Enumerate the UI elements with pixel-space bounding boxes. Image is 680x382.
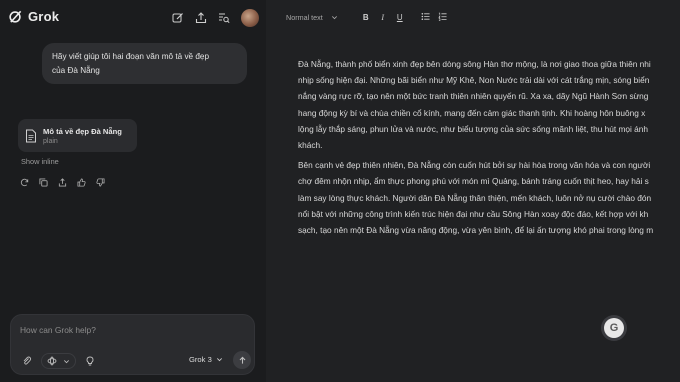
text-line: nắng vàng rực rỡ, tạo nên một bức tranh …: [298, 91, 649, 102]
text-line: Bên cạnh vẻ đẹp thiên nhiên, Đà Nẵng còn…: [298, 160, 651, 171]
document-body[interactable]: Đà Nẵng, thành phố biển xinh đẹp bên dòn…: [298, 56, 680, 242]
chevron-down-icon: [216, 358, 222, 362]
grammar-assistant-badge[interactable]: G: [604, 318, 624, 338]
share-icon[interactable]: [193, 10, 209, 26]
show-inline-link[interactable]: Show inline: [21, 157, 59, 166]
text-line: nổi bật với những công trình kiến trúc h…: [298, 208, 649, 219]
dislike-icon[interactable]: [94, 176, 106, 188]
editor-toolbar: Normal text B I U: [286, 10, 454, 24]
numbered-list-button[interactable]: [437, 12, 449, 23]
user-message: Hãy viết giúp tôi hai đoạn văn mô tả về …: [42, 43, 247, 84]
document-editor: Normal text B I U Đà Nẵng, thành phố biể…: [266, 0, 680, 382]
arrow-up-icon: [239, 356, 245, 364]
deepsearch-icon: [47, 356, 57, 366]
text-style-dropdown[interactable]: Normal text: [286, 13, 338, 22]
text-line: chợ đêm nhộn nhịp, ẩm thực phong phú với…: [298, 176, 649, 187]
grok-logo[interactable]: Grok: [8, 9, 59, 24]
copy-icon[interactable]: [37, 176, 49, 188]
artifact-title: Mô tả về đẹp Đà Nẵng: [43, 126, 122, 136]
chevron-down-icon: [64, 359, 69, 363]
underline-button[interactable]: U: [394, 13, 406, 22]
model-label: Grok 3: [189, 355, 212, 364]
lightbulb-icon: [86, 356, 94, 366]
like-icon[interactable]: [75, 176, 87, 188]
artifact-card[interactable]: Mô tả về đẹp Đà Nẵng plain: [18, 119, 137, 152]
app-name: Grok: [28, 9, 60, 24]
composer: Grok 3: [10, 314, 255, 375]
chevron-down-icon: [331, 15, 337, 19]
prompt-input[interactable]: [20, 325, 240, 335]
document-icon: [26, 129, 36, 142]
user-message-line: Hãy viết giúp tôi hai đoạn văn mô tả về …: [52, 52, 210, 61]
numbered-list-icon: [438, 12, 447, 21]
regenerate-icon[interactable]: [18, 176, 30, 188]
chat-panel: Grok Hãy viết giúp tôi hai đoạn văn mô t…: [0, 0, 266, 382]
tools-selector[interactable]: [41, 353, 76, 369]
model-selector[interactable]: Grok 3: [189, 355, 223, 364]
text-line: hang động kỳ bí và chùa chiền cổ kính, m…: [298, 107, 646, 118]
grammar-icon: G: [609, 322, 619, 334]
paragraph-1: Đà Nẵng, thành phố biển xinh đẹp bên dòn…: [298, 56, 680, 153]
text-line: lộng lẫy thắp sáng, phun lửa và nước, nh…: [298, 123, 648, 134]
message-actions: [18, 176, 106, 188]
bold-button[interactable]: B: [360, 13, 372, 22]
attach-button[interactable]: [19, 353, 35, 369]
paperclip-icon: [23, 356, 32, 365]
edit-icon[interactable]: [170, 10, 186, 26]
user-message-line: của Đà Nẵng: [52, 66, 100, 75]
text-line: làm say lòng thực khách. Người dân Đà Nẵ…: [298, 192, 652, 203]
text-line: khách.: [298, 140, 323, 151]
italic-button[interactable]: I: [377, 13, 389, 22]
text-line: nhịp sống hiện đại. Những bãi biển như M…: [298, 75, 650, 86]
paragraph-2: Bên cạnh vẻ đẹp thiên nhiên, Đà Nẵng còn…: [298, 157, 680, 238]
text-style-label: Normal text: [286, 12, 323, 22]
bullet-list-button[interactable]: [420, 12, 432, 23]
share-icon[interactable]: [56, 176, 68, 188]
avatar[interactable]: [241, 9, 259, 27]
artifact-subtitle: plain: [43, 137, 58, 145]
think-button[interactable]: [82, 353, 98, 369]
bullet-list-icon: [421, 12, 430, 20]
text-line: Đà Nẵng, thành phố biển xinh đẹp bên dòn…: [298, 59, 651, 69]
chat-topbar: Grok: [0, 0, 266, 34]
text-line: sạch, tạo nên một Đà Nẵng vừa năng động,…: [298, 225, 654, 236]
grok-logo-icon: [9, 10, 22, 23]
search-history-icon[interactable]: [216, 10, 232, 26]
send-button[interactable]: [233, 351, 251, 369]
